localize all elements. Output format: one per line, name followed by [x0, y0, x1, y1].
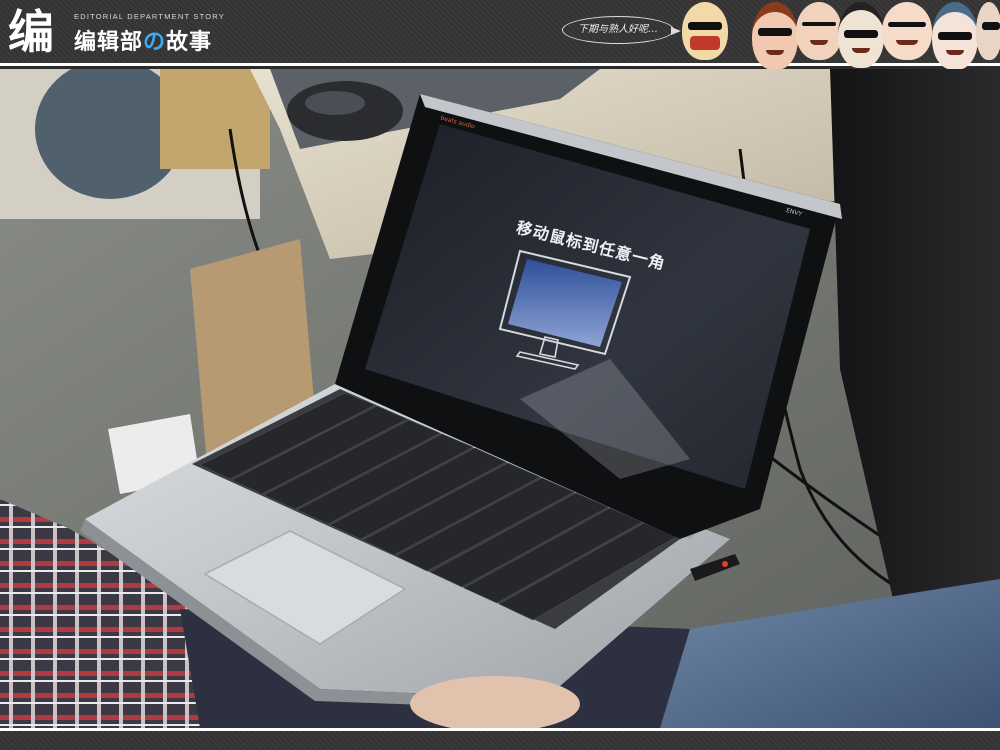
caricature-face-1 — [682, 2, 728, 60]
brand-title-part2: の — [143, 30, 167, 55]
caricature-face-3 — [796, 2, 842, 60]
speech-bubble: 下期与熟人好呢… — [562, 16, 681, 44]
caricature-face-4 — [838, 2, 884, 68]
caricature-face-6 — [932, 2, 978, 70]
header-banner: 编 EDITORIAL DEPARTMENT STORY 编辑部の故事 下期与熟… — [0, 0, 1000, 70]
caricature-face-7 — [976, 2, 1000, 60]
brand-subtitle: EDITORIAL DEPARTMENT STORY — [74, 12, 225, 21]
brand-title: 编辑部の故事 — [74, 24, 212, 56]
laptop-scene — [0, 69, 1000, 728]
brand-title-part1: 编辑部 — [74, 30, 144, 55]
logo-glyph: 编 — [8, 5, 54, 59]
brand-title-part3: 故事 — [166, 30, 213, 55]
footer-strip — [0, 728, 1000, 750]
caricature-strip — [680, 0, 1000, 70]
caricature-face-2 — [752, 2, 798, 70]
caricature-face-5 — [882, 2, 932, 60]
product-photo: beats audio ENVY 移动鼠标到任意一角 — [0, 69, 1000, 728]
